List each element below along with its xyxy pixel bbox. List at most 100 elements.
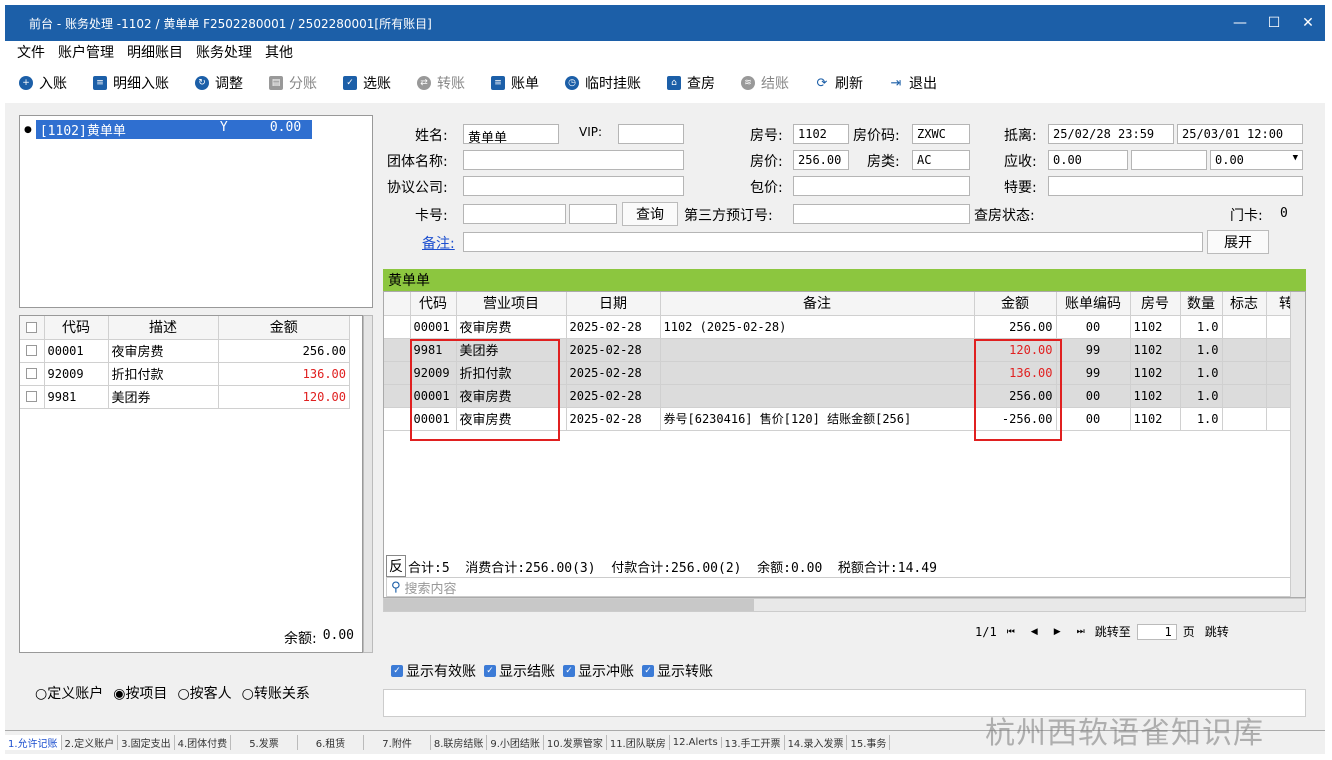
clock-icon: ◷ <box>565 76 579 90</box>
last-page-icon[interactable]: ⏭ <box>1077 627 1085 637</box>
post-button[interactable]: + 入账 <box>19 73 67 93</box>
tab-enter-invoice[interactable]: 14.录入发票 <box>785 735 848 750</box>
table-row[interactable]: 9981 美团券 120.00 <box>20 385 350 409</box>
tab-lease[interactable]: 6.租赁 <box>298 735 365 750</box>
coins-icon: ≋ <box>741 76 755 90</box>
select-button[interactable]: ✓ 选账 <box>343 73 391 93</box>
jump-button[interactable]: 跳转 <box>1205 623 1229 640</box>
vip-field[interactable] <box>618 124 684 144</box>
menu-file[interactable]: 文件 <box>17 42 45 62</box>
show-reversal-checkbox[interactable]: ✓ 显示冲账 <box>563 661 634 681</box>
transfer-button[interactable]: ⇄ 转账 <box>417 73 465 93</box>
exit-button[interactable]: ⇥ 退出 <box>889 73 937 93</box>
tab-manual-invoice[interactable]: 13.手工开票 <box>722 735 785 750</box>
detail-post-button[interactable]: ≡ 明细入账 <box>93 73 169 93</box>
card-field[interactable] <box>463 204 566 224</box>
company-field[interactable] <box>463 176 684 196</box>
horizontal-scrollbar[interactable] <box>383 598 1306 612</box>
maximize-icon[interactable]: ☐ <box>1257 5 1291 41</box>
reverse-button[interactable]: 反 <box>386 555 406 577</box>
bill-scrollbar[interactable] <box>1290 292 1305 597</box>
col-amount: 金额 <box>218 316 350 340</box>
tab-affairs[interactable]: 15.事务 <box>847 735 891 750</box>
account-tree[interactable]: ● [1102]黄单单 Y 0.00 <box>19 115 373 308</box>
checkout-button[interactable]: ≋ 结账 <box>741 73 789 93</box>
third-party-field[interactable] <box>793 204 970 224</box>
select-all-checkbox[interactable] <box>20 316 45 340</box>
highlight-box <box>410 339 560 441</box>
jump-page-field[interactable]: 1 <box>1136 623 1177 640</box>
rate-code-field[interactable]: ZXWC <box>912 124 970 144</box>
receivable-dropdown[interactable]: 0.00 ▼ <box>1210 150 1303 170</box>
menu-account[interactable]: 账户管理 <box>58 42 114 62</box>
left-scrollbar[interactable] <box>363 315 373 653</box>
card-aux-field[interactable] <box>569 204 617 224</box>
split-button[interactable]: ▤ 分账 <box>269 73 317 93</box>
guest-name-field[interactable]: 黄单单 <box>463 124 559 144</box>
menu-detail[interactable]: 明细账目 <box>127 42 183 62</box>
view-mode-radios: ○定义账户 ◉按项目 ○按客人 ○转账关系 <box>35 683 310 703</box>
row-checkbox[interactable] <box>26 391 38 402</box>
col-code: 代码 <box>44 316 109 340</box>
remark-link[interactable]: 备注: <box>422 233 455 253</box>
tab-fixed-charges[interactable]: 3.固定支出 <box>118 735 175 750</box>
tab-team-linked-room[interactable]: 11.团队联房 <box>607 735 670 750</box>
tab-invoice-manager[interactable]: 10.发票管家 <box>544 735 607 750</box>
room-field[interactable]: 1102 <box>793 124 849 144</box>
first-page-icon[interactable]: ⏮ <box>1007 627 1015 637</box>
col-flag: 标志 <box>1222 292 1267 316</box>
next-page-icon[interactable]: ▶ <box>1054 627 1061 637</box>
receivable-field[interactable]: 0.00 <box>1048 150 1128 170</box>
tab-define-account[interactable]: 2.定义账户 <box>62 735 119 750</box>
table-row[interactable]: 00001 夜审房费 2025-02-28 1102 (2025-02-28) … <box>384 315 1305 339</box>
remark-field[interactable] <box>463 232 1203 252</box>
special-field[interactable] <box>1048 176 1303 196</box>
guest-info-panel: 姓名: 黄单单 VIP: 房号: 1102 房价码: ZXWC 抵离: 25/0… <box>382 115 1308 261</box>
radio-by-guest[interactable]: ○按客人 <box>177 683 231 703</box>
query-button[interactable]: 查询 <box>622 202 678 226</box>
refresh-button[interactable]: ⟳ 刷新 <box>815 73 863 93</box>
depart-field[interactable]: 25/03/01 12:00 <box>1177 124 1303 144</box>
checkbox-icon: ✓ <box>484 665 496 677</box>
show-transfer-checkbox[interactable]: ✓ 显示转账 <box>642 661 713 681</box>
show-valid-checkbox[interactable]: ✓ 显示有效账 <box>391 661 476 681</box>
radio-transfer-relation[interactable]: ○转账关系 <box>242 683 310 703</box>
row-checkbox[interactable] <box>26 345 38 356</box>
summary-grid: 代码 描述 金额 00001 夜审房费 256.00 92009 折扣付款 13… <box>19 315 363 653</box>
checkbox-icon: ✓ <box>563 665 575 677</box>
col-note: 备注 <box>660 292 975 316</box>
room-check-button[interactable]: ⌂ 查房 <box>667 73 715 93</box>
account-tree-item[interactable]: ● [1102]黄单单 Y 0.00 <box>24 120 312 139</box>
tab-group-payment[interactable]: 4.团体付费 <box>175 735 232 750</box>
prev-page-icon[interactable]: ◀ <box>1031 627 1038 637</box>
radio-by-item[interactable]: ◉按项目 <box>113 683 167 703</box>
tab-alerts[interactable]: 12.Alerts <box>670 737 722 748</box>
refresh-icon: ⟳ <box>815 75 829 91</box>
receivable-aux-field[interactable] <box>1131 150 1207 170</box>
tab-linked-checkout[interactable]: 8.联房结账 <box>431 735 488 750</box>
tab-invoice[interactable]: 5.发票 <box>231 735 298 750</box>
row-checkbox[interactable] <box>26 368 38 379</box>
menu-other[interactable]: 其他 <box>265 42 293 62</box>
radio-define-account[interactable]: ○定义账户 <box>35 683 103 703</box>
package-field[interactable] <box>793 176 970 196</box>
temp-hold-button[interactable]: ◷ 临时挂账 <box>565 73 641 93</box>
room-type-field[interactable]: AC <box>912 150 970 170</box>
search-input[interactable]: ⚲ 搜索内容 <box>386 577 1291 597</box>
table-row[interactable]: 00001 夜审房费 256.00 <box>20 339 350 363</box>
menu-billing[interactable]: 账务处理 <box>196 42 252 62</box>
table-row[interactable]: 92009 折扣付款 136.00 <box>20 362 350 386</box>
adjust-button[interactable]: ↻ 调整 <box>195 73 243 93</box>
tab-attachment[interactable]: 7.附件 <box>364 735 431 750</box>
expand-button[interactable]: 展开 <box>1207 230 1269 254</box>
show-settled-checkbox[interactable]: ✓ 显示结账 <box>484 661 555 681</box>
minimize-icon[interactable]: — <box>1223 5 1257 41</box>
bill-button[interactable]: ≡ 账单 <box>491 73 539 93</box>
split-icon: ▤ <box>269 76 283 90</box>
arrive-field[interactable]: 25/02/28 23:59 <box>1048 124 1174 144</box>
group-name-field[interactable] <box>463 150 684 170</box>
tab-small-group-checkout[interactable]: 9.小团结账 <box>487 735 544 750</box>
close-icon[interactable]: ✕ <box>1291 5 1325 41</box>
rate-field[interactable]: 256.00 <box>793 150 849 170</box>
tab-allow-posting[interactable]: 1.允许记账 <box>5 735 62 750</box>
